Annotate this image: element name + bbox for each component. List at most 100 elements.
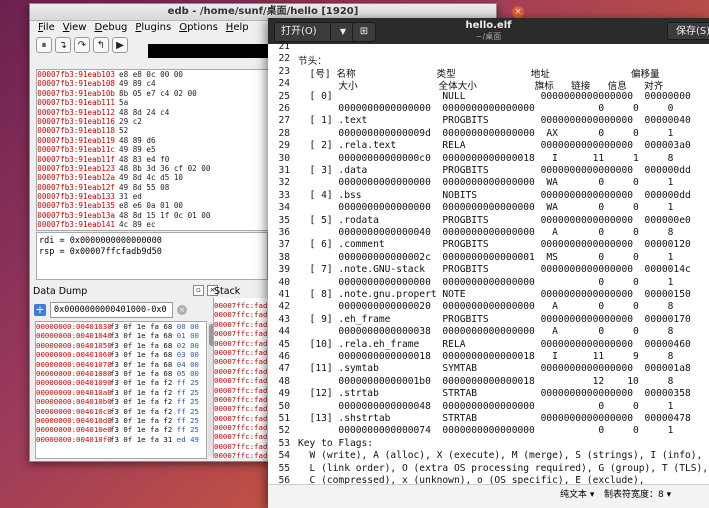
text-line[interactable]: [ 4] .bss NOBITS 0000000000000000 000000…: [298, 190, 691, 201]
text-line[interactable]: 0000000000000074 0000000000000000 0 0 1: [298, 425, 673, 436]
stack-pane[interactable]: 00007ffc:fadb 00007ffc:fadb 00007ffc:fadb 0…: [213, 298, 274, 458]
disasm-row[interactable]: 00007fb3:91eab133 31 ed: [37, 192, 269, 201]
disasm-row[interactable]: 00007fb3:91eab14441 ff e4: [37, 230, 269, 231]
stack-row[interactable]: 00007ffc:fadb: [214, 310, 274, 319]
text-line[interactable]: [11] .symtab SYMTAB 0000000000000000 000…: [298, 363, 691, 374]
text-line[interactable]: 0000000000000018 0000000000000018 I 11 9…: [298, 351, 673, 362]
cpu-disassembly-pane[interactable]: 00007fb3:91eab103 e8 e8 0c 00 00 00007fb3:…: [36, 69, 270, 231]
tab-width-selector[interactable]: 制表符宽度：8 ▾: [604, 485, 671, 505]
language-selector[interactable]: 纯文本 ▾: [560, 485, 594, 505]
dump-row[interactable]: 00000000:004010c0 f3 0f 1e fa f2 ff 25: [36, 407, 206, 416]
dump-row[interactable]: 00000000:00401080 f3 0f 1e fa 68 05 00: [36, 369, 206, 378]
disasm-row[interactable]: 00007fb3:91eab108 49 89 c4: [37, 79, 269, 88]
stack-row[interactable]: 00007ffc:fadb: [214, 320, 274, 329]
dump-row[interactable]: 00000000:004010a0 f3 0f 1e fa f2 ff 25: [36, 388, 206, 397]
data-dump-pane[interactable]: 00000000:00401030 f3 0f 1e fa 68 00 00 000…: [35, 321, 207, 459]
text-line[interactable]: [13] .shstrtab STRTAB 0000000000000000 0…: [298, 413, 691, 424]
stack-row[interactable]: 00007ffc:fadb: [214, 386, 274, 395]
stack-row[interactable]: 00007ffc:fadb: [214, 301, 274, 310]
text-line[interactable]: [ 0] NULL 0000000000000000 00000000: [298, 91, 691, 102]
text-line[interactable]: 0000000000000038 0000000000000000 A 0 0 …: [298, 326, 673, 337]
text-line[interactable]: [ 3] .data PROGBITS 0000000000000000 000…: [298, 165, 691, 176]
text-line[interactable]: [10] .rela.eh_frame RELA 000000000000000…: [298, 339, 691, 350]
disasm-row[interactable]: 00007fb3:91eab123 48 8b 3d 36 cf 02 00: [37, 164, 269, 173]
disasm-row[interactable]: 00007fb3:91eab12a 49 8d 4c d5 10: [37, 173, 269, 182]
text-line[interactable]: 0000000000000000 0000000000000000 WA 0 0…: [298, 202, 673, 213]
stack-row[interactable]: 00007ffc:fadb: [214, 414, 274, 423]
text-line[interactable]: [ 9] .eh_frame PROGBITS 0000000000000000…: [298, 314, 691, 325]
text-line[interactable]: Key to Flags:: [298, 438, 373, 449]
disasm-row[interactable]: 00007fb3:91eab103 e8 e8 0c 00 00: [37, 70, 269, 79]
text-editor[interactable]: 21 22 节头： 23 [号] 名称 类型 地址 偏移量 24 大小 全体大小 旗标 …: [268, 41, 709, 498]
dump-row[interactable]: 00000000:004010b0 f3 0f 1e fa f2 ff 25: [36, 397, 206, 406]
text-line[interactable]: [ 2] .rela.text RELA 0000000000000000 00…: [298, 140, 691, 151]
menu-view[interactable]: View: [59, 21, 91, 35]
dump-row[interactable]: 00000000:00401050 f3 0f 1e fa 68 02 00: [36, 341, 206, 350]
text-line[interactable]: [ 1] .text PROGBITS 0000000000000000 000…: [298, 115, 691, 126]
close-tab-icon[interactable]: ×: [177, 305, 187, 315]
disasm-row[interactable]: 00007fb3:91eab118 52: [37, 126, 269, 135]
text-line[interactable]: [ 5] .rodata PROGBITS 0000000000000000 0…: [298, 215, 691, 226]
step-into-icon[interactable]: ↴: [55, 37, 71, 53]
menu-file[interactable]: File: [34, 21, 59, 35]
text-line[interactable]: 00000000000000c0 0000000000000018 I 11 1…: [298, 153, 673, 164]
stack-row[interactable]: 00007ffc:fadb: [214, 404, 274, 413]
text-line[interactable]: [12] .strtab STRTAB 0000000000000000 000…: [298, 388, 691, 399]
disasm-row[interactable]: 00007fb3:91eab116 29 c2: [37, 117, 269, 126]
dump-row[interactable]: 00000000:004010f0 f3 0f 1e fa 31 ed 49: [36, 435, 206, 444]
step-over-icon[interactable]: ↷: [74, 37, 90, 53]
dump-row[interactable]: 00000000:00401030 f3 0f 1e fa 68 00 00: [36, 322, 206, 331]
close-icon[interactable]: ×: [512, 6, 524, 18]
disasm-row[interactable]: 00007fb3:91eab11f 48 83 e4 f0: [37, 155, 269, 164]
stack-row[interactable]: 00007ffc:fadb: [214, 339, 274, 348]
dump-row[interactable]: 00000000:00401070 f3 0f 1e fa 68 04 00: [36, 360, 206, 369]
disasm-row[interactable]: 00007fb3:91eab11c 49 89 e5: [37, 145, 269, 154]
run-icon[interactable]: ▶: [112, 37, 128, 53]
text-line[interactable]: 0000000000000000 0000000000000000 0 0 0: [298, 103, 673, 114]
disasm-row[interactable]: 00007fb3:91eab10b 8b 05 e7 c4 02 00: [37, 89, 269, 98]
text-line[interactable]: W (write), A (alloc), X (execute), M (me…: [298, 450, 703, 461]
stack-row[interactable]: 00007ffc:fadb: [214, 423, 274, 432]
text-line[interactable]: 00000000000001b0 0000000000000018 12 10 …: [298, 376, 673, 387]
add-tab-icon[interactable]: +: [34, 304, 46, 316]
menu-options[interactable]: Options: [175, 21, 222, 35]
text-line[interactable]: 0000000000000000 0000000000000000 0 0 1: [298, 277, 673, 288]
text-line[interactable]: 0000000000000020 0000000000000000 A 0 0 …: [298, 301, 673, 312]
step-out-icon[interactable]: ↰: [93, 37, 109, 53]
stack-row[interactable]: 00007ffc:fadb: [214, 367, 274, 376]
text-line[interactable]: 0000000000000048 0000000000000000 0 0 1: [298, 401, 673, 412]
data-dump-tab[interactable]: 0x0000000000401000-0x0: [50, 302, 173, 318]
stack-row[interactable]: 00007ffc:fadb: [214, 376, 274, 385]
text-line[interactable]: 000000000000009d 0000000000000000 AX 0 0…: [298, 128, 673, 139]
stack-row[interactable]: 00007ffc:fadb: [214, 329, 274, 338]
stack-row[interactable]: 00007ffc:fadb: [214, 395, 274, 404]
text-line[interactable]: L (link order), O (extra OS processing r…: [298, 463, 709, 474]
stack-row[interactable]: 00007ffc:fadb: [214, 432, 274, 441]
dump-row[interactable]: 00000000:00401060 f3 0f 1e fa 68 03 00: [36, 350, 206, 359]
disasm-row[interactable]: 00007fb3:91eab13a 48 8d 15 1f 0c 01 00: [37, 211, 269, 220]
gedit-window[interactable]: 打开(O) ▼ ⊞ hello.elf ~/桌面 保存(S) 21 22 节头： 23…: [268, 18, 709, 508]
menu-debug[interactable]: Debug: [90, 21, 131, 35]
text-line[interactable]: [ 7] .note.GNU-stack PROGBITS 0000000000…: [298, 264, 691, 275]
disasm-row[interactable]: 00007fb3:91eab111 5a: [37, 98, 269, 107]
stack-row[interactable]: 00007ffc:fadb: [214, 451, 274, 458]
dump-row[interactable]: 00000000:00401040 f3 0f 1e fa 68 01 00: [36, 331, 206, 340]
dump-row[interactable]: 00000000:00401090 f3 0f 1e fa f2 ff 25: [36, 378, 206, 387]
text-line[interactable]: 000000000000002c 0000000000000001 MS 0 0…: [298, 252, 673, 263]
float-icon[interactable]: ▫: [193, 285, 204, 296]
pause-icon[interactable]: ⏸: [36, 37, 52, 53]
menu-plugins[interactable]: Plugins: [131, 21, 175, 35]
dump-row[interactable]: 00000000:004010d0 f3 0f 1e fa f2 ff 25: [36, 416, 206, 425]
disasm-row[interactable]: 00007fb3:91eab119 48 89 d6: [37, 136, 269, 145]
text-line[interactable]: [ 6] .comment PROGBITS 0000000000000000 …: [298, 239, 691, 250]
address-bar[interactable]: [148, 44, 268, 58]
dump-row[interactable]: 00000000:004010e0 f3 0f 1e fa f2 ff 25: [36, 425, 206, 434]
disasm-row[interactable]: 00007fb3:91eab112 48 8d 24 c4: [37, 108, 269, 117]
save-button[interactable]: 保存(S): [667, 22, 709, 40]
stack-row[interactable]: 00007ffc:fadb: [214, 442, 274, 451]
stack-row[interactable]: 00007ffc:fadb: [214, 348, 274, 357]
disasm-row[interactable]: 00007fb3:91eab141 4c 89 ec: [37, 220, 269, 229]
stack-row[interactable]: 00007ffc:fadb: [214, 357, 274, 366]
disasm-row[interactable]: 00007fb3:91eab12f 49 8d 55 08: [37, 183, 269, 192]
disasm-row[interactable]: 00007fb3:91eab135 e8 e6 0a 01 00: [37, 201, 269, 210]
